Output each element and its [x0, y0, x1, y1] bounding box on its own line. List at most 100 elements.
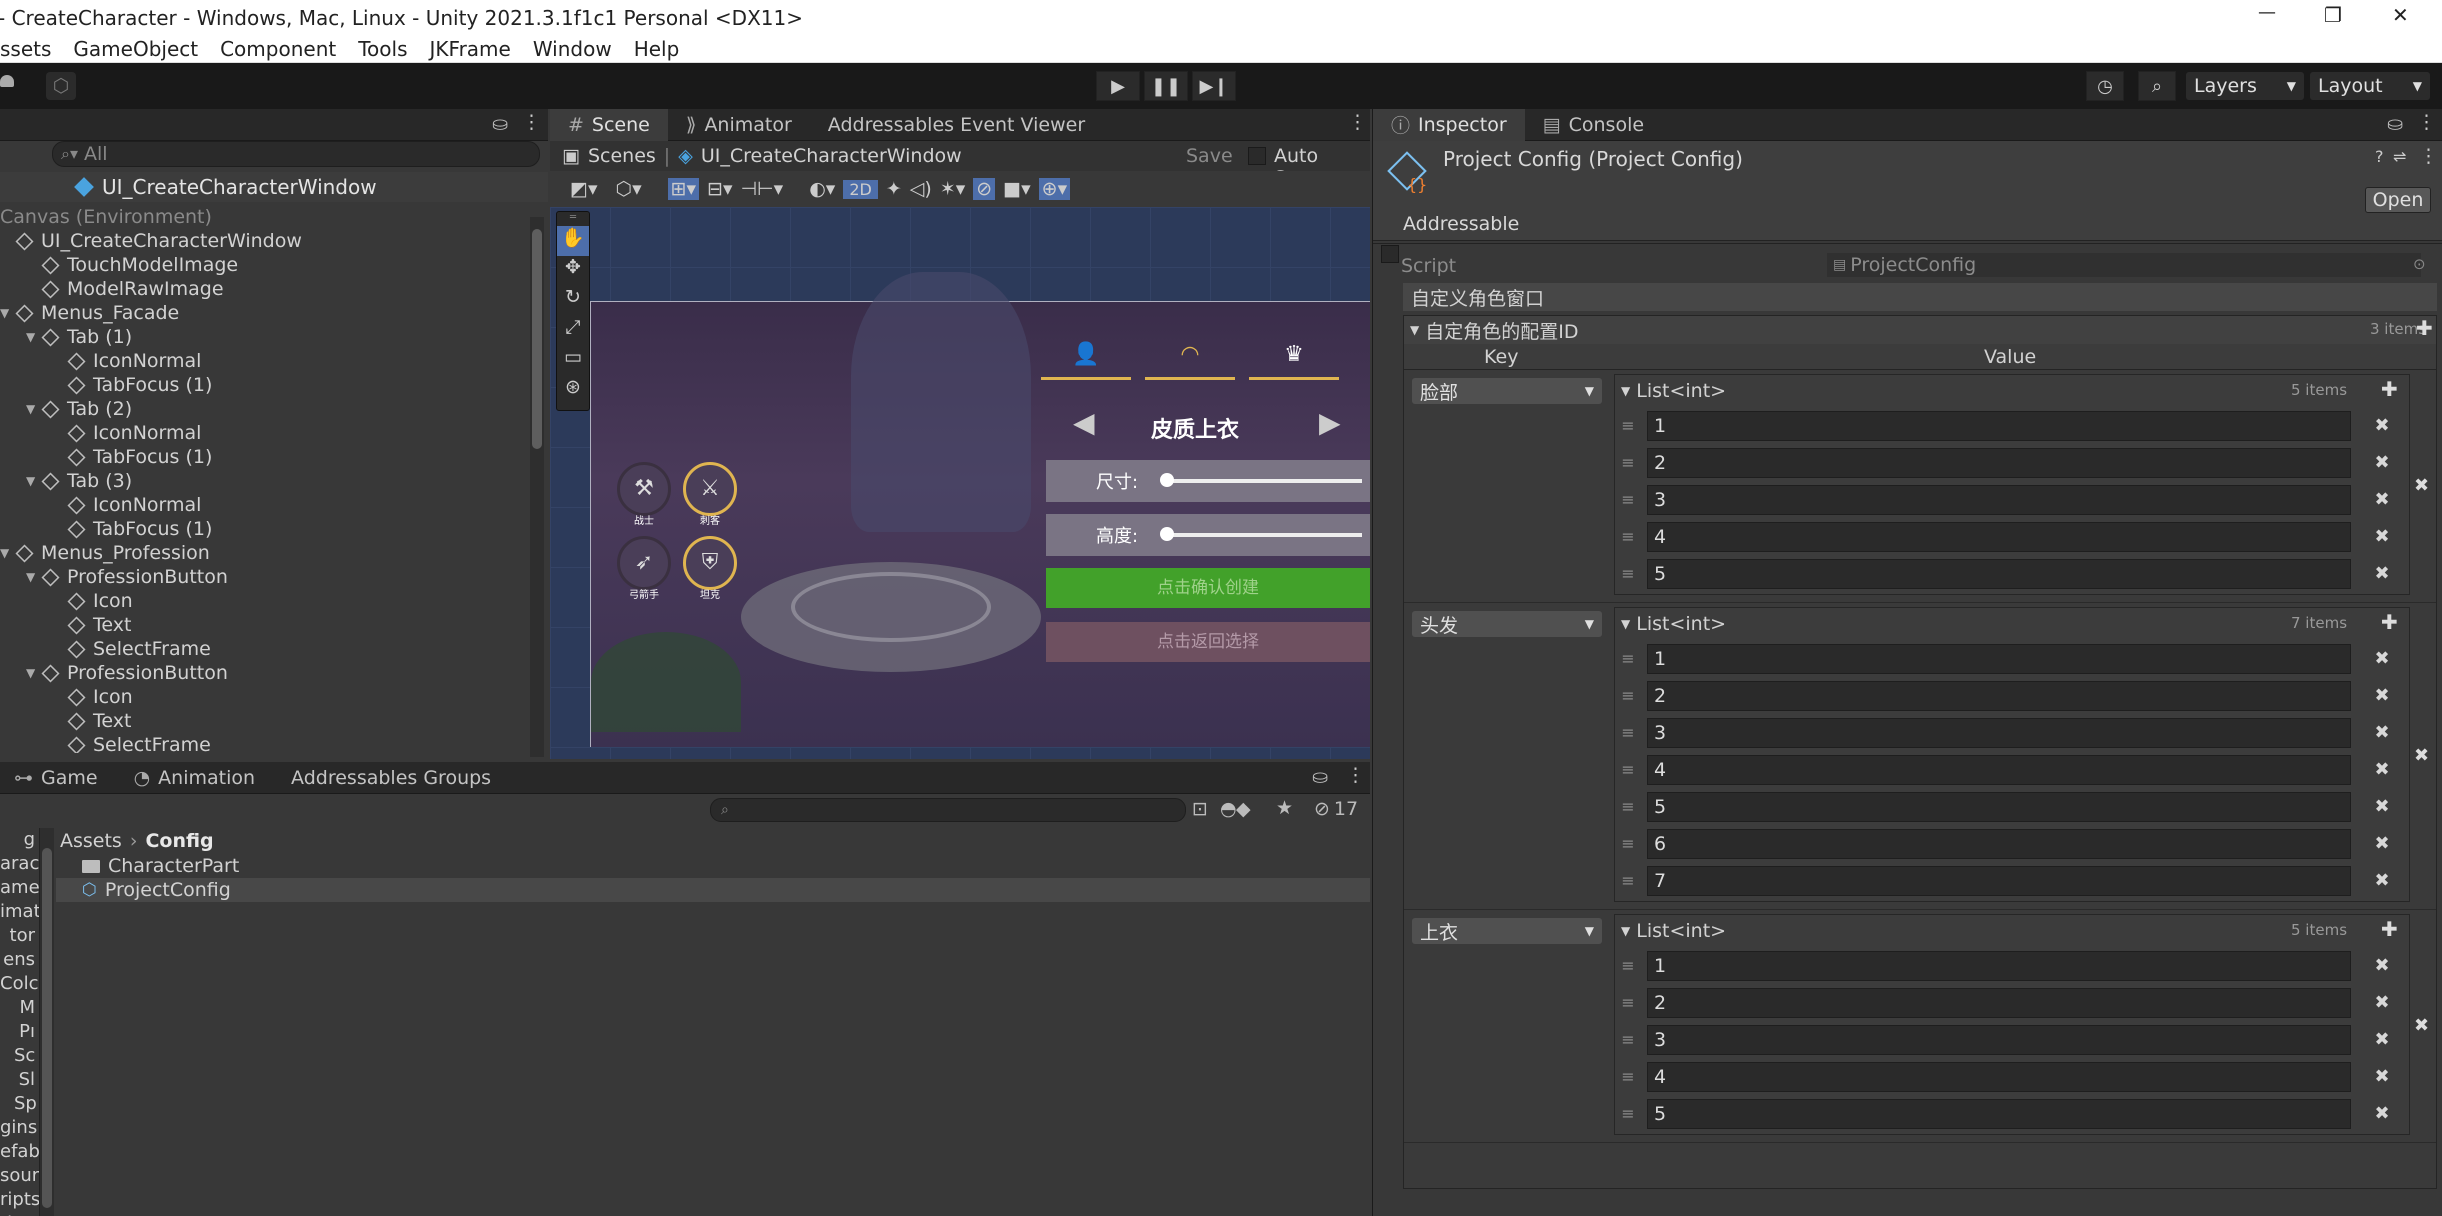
- tab-addressables-event-viewer[interactable]: Addressables Event Viewer: [810, 109, 1103, 141]
- drag-handle-icon[interactable]: ≡: [1615, 416, 1641, 435]
- menu-item[interactable]: GameObject: [73, 37, 198, 61]
- hierarchy-item[interactable]: TabFocus (1): [0, 373, 536, 397]
- key-dropdown[interactable]: 上衣 ▼: [1412, 918, 1602, 944]
- scroll-thumb[interactable]: [42, 848, 52, 1208]
- add-item-button[interactable]: ✚: [2381, 610, 2398, 634]
- confirm-create-button[interactable]: 点击确认创建: [1046, 568, 1370, 608]
- tab-game[interactable]: ⊶ Game: [0, 762, 116, 794]
- folder-tree-item[interactable]: Sc: [0, 1044, 39, 1068]
- folder-tree-item[interactable]: Colc: [0, 972, 39, 996]
- int-field[interactable]: 6: [1647, 828, 2351, 859]
- tab-console[interactable]: ▤ Console: [1525, 109, 1662, 141]
- move-tool-icon[interactable]: ✥: [557, 256, 589, 286]
- folder-tree-item[interactable]: ripts: [0, 1188, 39, 1212]
- remove-entry-button[interactable]: ✖: [2414, 745, 2429, 766]
- remove-item-button[interactable]: ✖: [2367, 526, 2397, 547]
- hierarchy-item[interactable]: TabFocus (1): [0, 517, 536, 541]
- remove-item-button[interactable]: ✖: [2367, 1103, 2397, 1124]
- project-file-row[interactable]: CharacterPart: [56, 854, 1370, 878]
- more-menu-icon[interactable]: ⋮: [1346, 764, 1365, 786]
- addressable-checkbox[interactable]: [1381, 245, 1399, 263]
- drag-handle-icon[interactable]: ≡: [1615, 834, 1641, 853]
- list-header[interactable]: ▼ List<int>: [1615, 375, 2409, 407]
- layout-dropdown[interactable]: Layout ▼: [2310, 72, 2430, 100]
- scene-viewport[interactable]: 👤 ◠ ♛ ◀ 皮质上衣 ▶ 尺寸: 高度: 点击确认创建 点击返回选择 ⚒ 战士…: [550, 207, 1370, 759]
- folder-tree-item[interactable]: tor: [0, 924, 39, 948]
- next-arrow-icon[interactable]: ▶: [1319, 406, 1341, 439]
- remove-item-button[interactable]: ✖: [2367, 1029, 2397, 1050]
- hierarchy-item[interactable]: ▼ Tab (1): [0, 325, 536, 349]
- scroll-thumb[interactable]: [532, 229, 542, 449]
- breadcrumb-assets[interactable]: Assets: [60, 830, 122, 852]
- remove-item-button[interactable]: ✖: [2367, 1066, 2397, 1087]
- breadcrumb-config[interactable]: Config: [145, 830, 213, 852]
- audio-icon[interactable]: ◁): [910, 178, 932, 200]
- search-button[interactable]: ⌕: [2138, 71, 2176, 101]
- open-button[interactable]: Open: [2365, 187, 2431, 213]
- hierarchy-item[interactable]: ▼ Tab (2): [0, 397, 536, 421]
- int-field[interactable]: 1: [1647, 950, 2351, 981]
- rect-tool-icon[interactable]: ▭: [557, 346, 589, 376]
- hierarchy-item[interactable]: Text: [0, 613, 536, 637]
- folder-tree-item[interactable]: imat: [0, 900, 39, 924]
- history-button[interactable]: ◷: [2086, 71, 2124, 101]
- remove-item-button[interactable]: ✖: [2367, 563, 2397, 584]
- collab-button[interactable]: ⬡: [46, 72, 76, 100]
- foldout-arrow-icon[interactable]: ▼: [26, 666, 42, 680]
- tab-animation[interactable]: ◔ Animation: [116, 762, 273, 794]
- maximize-button[interactable]: ❐: [2324, 3, 2342, 27]
- menu-item[interactable]: JKFrame: [430, 37, 511, 61]
- tab-addressables-groups[interactable]: Addressables Groups: [273, 762, 509, 794]
- step-button[interactable]: ▶❙: [1192, 71, 1236, 101]
- ruler-icon[interactable]: ⊣⊢▾: [741, 178, 784, 200]
- folder-tree-item[interactable]: ame: [0, 876, 39, 900]
- hierarchy-item[interactable]: SelectFrame: [0, 637, 536, 661]
- int-field[interactable]: 4: [1647, 521, 2351, 552]
- transform-tool-icon[interactable]: ⊛: [557, 376, 589, 406]
- more-menu-icon[interactable]: ⋮: [522, 111, 541, 133]
- close-button[interactable]: ✕: [2392, 3, 2409, 27]
- remove-item-button[interactable]: ✖: [2367, 722, 2397, 743]
- drag-handle-icon[interactable]: ≡: [1615, 760, 1641, 779]
- preset-icon[interactable]: ⇌: [2393, 147, 2406, 166]
- foldout-arrow-icon[interactable]: ▼: [0, 306, 16, 320]
- remove-item-button[interactable]: ✖: [2367, 648, 2397, 669]
- height-slider[interactable]: [1160, 527, 1362, 541]
- remove-item-button[interactable]: ✖: [2367, 833, 2397, 854]
- hierarchy-item[interactable]: TabFocus (1): [0, 445, 536, 469]
- hierarchy-search[interactable]: ⌕▾ All: [52, 141, 540, 167]
- save-button[interactable]: Save: [1186, 145, 1233, 167]
- remove-item-button[interactable]: ✖: [2367, 955, 2397, 976]
- int-field[interactable]: 5: [1647, 1098, 2351, 1129]
- int-field[interactable]: 1: [1647, 643, 2351, 674]
- object-picker-icon[interactable]: ⊙: [2413, 255, 2426, 273]
- list-header[interactable]: ▼ List<int>: [1615, 608, 2409, 640]
- int-field[interactable]: 4: [1647, 754, 2351, 785]
- more-menu-icon[interactable]: ⋮: [1348, 111, 1367, 133]
- hierarchy-scrollbar[interactable]: [530, 217, 544, 757]
- menu-item[interactable]: Help: [634, 37, 680, 61]
- project-search[interactable]: ⌕: [710, 798, 1186, 822]
- hierarchy-item[interactable]: Icon: [0, 589, 536, 613]
- size-slider[interactable]: [1160, 473, 1362, 487]
- lighting-icon[interactable]: ✦: [886, 178, 902, 200]
- tab-animator[interactable]: ⟫ Animator: [668, 109, 810, 141]
- folder-tree-item[interactable]: sour: [0, 1164, 39, 1188]
- drag-handle-icon[interactable]: ≡: [1615, 527, 1641, 546]
- breadcrumb-scenes[interactable]: Scenes: [588, 145, 656, 167]
- folder-tree-item[interactable]: M: [0, 996, 39, 1020]
- drag-handle-icon[interactable]: ≡: [1615, 686, 1641, 705]
- foldout-arrow-icon[interactable]: ▼: [26, 402, 42, 416]
- remove-item-button[interactable]: ✖: [2367, 992, 2397, 1013]
- visibility-icon[interactable]: ⊘: [973, 178, 996, 200]
- folder-tree-item[interactable]: arac: [0, 852, 39, 876]
- drag-handle-icon[interactable]: ≡: [1615, 490, 1641, 509]
- scale-tool-icon[interactable]: ⤢: [557, 316, 589, 346]
- favorite-icon[interactable]: ★: [1276, 797, 1293, 819]
- drag-handle-icon[interactable]: ≡: [1615, 1104, 1641, 1123]
- hierarchy-item[interactable]: Icon: [0, 685, 536, 709]
- drag-handle-icon[interactable]: ≡: [1615, 564, 1641, 583]
- lock-icon[interactable]: ⛀: [2387, 113, 2403, 135]
- tab-clothes-icon[interactable]: ♛: [1249, 342, 1339, 380]
- profession-button[interactable]: ⚒ 战士: [615, 462, 673, 532]
